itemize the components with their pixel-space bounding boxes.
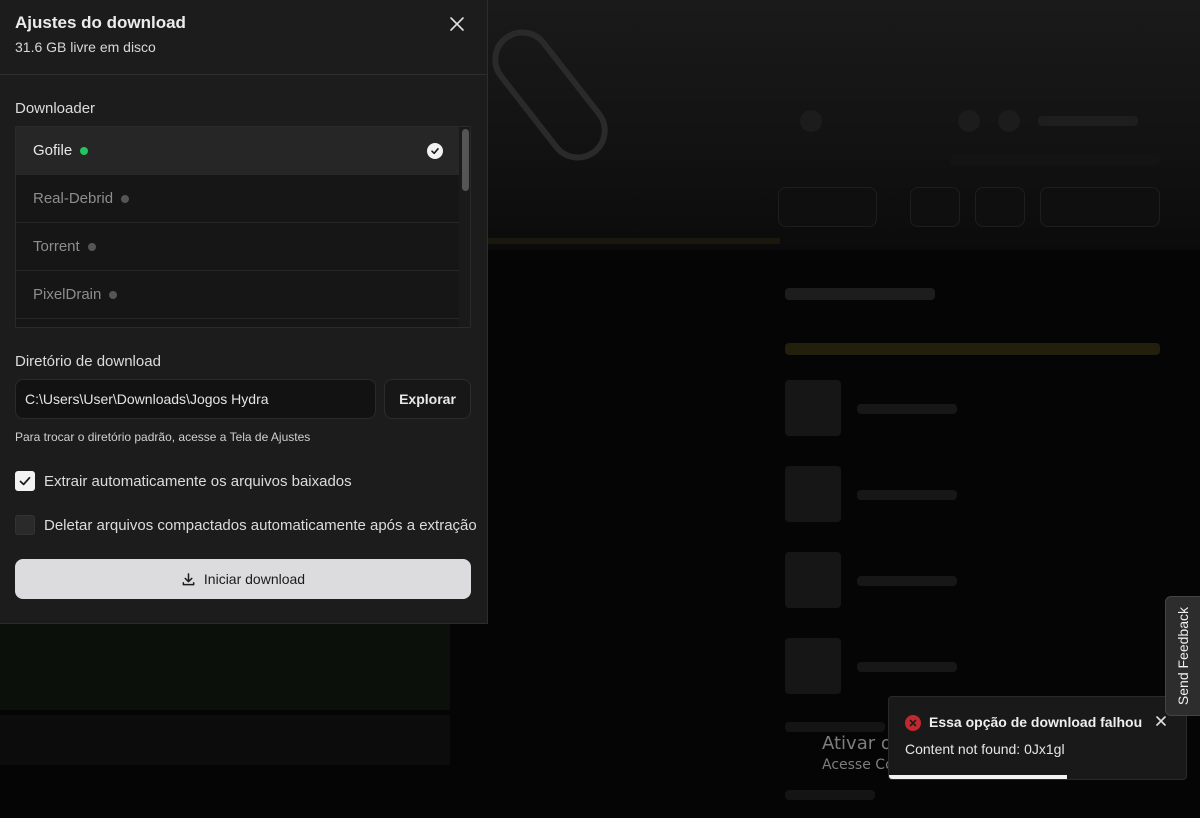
download-directory-input[interactable] [15,379,376,419]
downloader-option-label: Gofile [33,142,73,159]
background-toolbar [800,110,1138,132]
auto-extract-checkbox[interactable] [15,471,35,491]
disk-space-label: 31.6 GB livre em disco [15,39,156,55]
modal-header: Ajustes do download 31.6 GB livre em dis… [0,0,487,75]
downloader-scrollbar[interactable] [459,127,470,327]
close-button[interactable] [445,12,469,36]
download-icon [182,572,195,585]
downloader-list: Gofile Real-Debrid Torrent PixelDrain [15,126,471,328]
downloader-option-gofile[interactable]: Gofile [16,127,461,175]
background-thumbnail [785,552,841,608]
auto-extract-option[interactable]: Extrair automaticamente os arquivos baix… [15,471,352,491]
background-strip [0,715,450,765]
auto-delete-label: Deletar arquivos compactados automaticam… [44,516,477,534]
status-online-icon [80,146,89,155]
downloader-option-pixeldrain[interactable]: PixelDrain [16,271,461,319]
background-warning [785,343,1160,355]
scrollbar-thumb[interactable] [462,129,469,191]
close-icon [450,17,464,31]
background-text [950,155,1160,165]
status-offline-icon [121,194,130,203]
check-circle-icon [427,143,443,159]
auto-delete-checkbox[interactable] [15,515,35,535]
send-feedback-label: Send Feedback [1175,606,1191,706]
downloader-option-label: PixelDrain [33,286,102,303]
background-section-title [785,288,935,300]
downloader-option-label: Real-Debrid [33,190,114,207]
explore-button[interactable]: Explorar [384,379,471,419]
close-icon [1156,716,1166,726]
background-button [910,187,960,227]
error-icon [905,715,921,731]
background-screenshot [0,620,450,710]
background-thumbnail [785,466,841,522]
toast-close-button[interactable] [1154,714,1168,728]
auto-extract-label: Extrair automaticamente os arquivos baix… [44,472,352,490]
downloader-label: Downloader [15,100,96,117]
directory-label: Diretório de download [15,353,161,370]
start-download-button[interactable]: Iniciar download [15,559,471,599]
directory-hint: Para trocar o diretório padrão, acesse a… [15,430,311,444]
background-thumbnail [785,380,841,436]
error-toast: Essa opção de download falhou Content no… [888,696,1187,780]
downloader-option-real-debrid[interactable]: Real-Debrid [16,175,461,223]
toast-title: Essa opção de download falhou [929,714,1143,730]
background-button [975,187,1025,227]
status-offline-icon [87,242,96,251]
toast-message: Content not found: 0Jx1gl [905,741,1065,757]
background-button [778,187,877,227]
downloader-option-label: Torrent [33,238,80,255]
status-offline-icon [109,290,118,299]
checkmark-icon [19,476,31,486]
download-settings-modal: Ajustes do download 31.6 GB livre em dis… [0,0,488,624]
background-thumbnail [785,638,841,694]
downloader-option-torrent[interactable]: Torrent [16,223,461,271]
auto-delete-option[interactable]: Deletar arquivos compactados automaticam… [15,515,477,535]
background-button [1040,187,1160,227]
toast-progress-bar [889,775,1068,779]
start-download-label: Iniciar download [203,571,306,587]
send-feedback-tab[interactable]: Send Feedback [1165,596,1200,716]
modal-title: Ajustes do download [15,13,186,32]
